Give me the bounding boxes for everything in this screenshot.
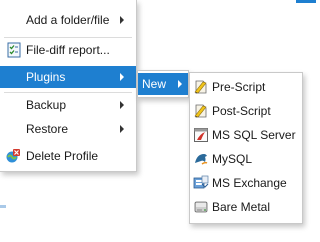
- submenu-arrow-icon: [178, 80, 182, 88]
- submenu-arrow-icon: [120, 101, 124, 109]
- context-menu: Add a folder/file File-diff report... Pl…: [0, 0, 137, 172]
- disk-icon: [193, 199, 209, 215]
- menu-item-label: Delete Profile: [26, 149, 99, 163]
- menu-item-label: Bare Metal: [212, 200, 271, 214]
- menu-item-post-script[interactable]: Post-Script: [190, 99, 302, 123]
- exchange-icon: [193, 175, 209, 191]
- script-icon: [193, 79, 209, 95]
- script-icon: [193, 103, 209, 119]
- submenu-arrow-icon: [120, 16, 124, 24]
- menu-item-restore[interactable]: Restore: [0, 118, 136, 140]
- menu-item-label: Add a folder/file: [26, 13, 110, 27]
- menu-item-delete-profile[interactable]: Delete Profile: [0, 144, 136, 168]
- background-accent-left: [0, 205, 6, 208]
- menu-item-label: MS SQL Server: [212, 128, 296, 142]
- sql-server-icon: [193, 127, 209, 143]
- plugins-submenu: New: [137, 70, 189, 98]
- submenu-arrow-icon: [120, 125, 124, 133]
- menu-item-label: Pre-Script: [212, 80, 266, 94]
- menu-item-label: File-diff report...: [26, 43, 110, 57]
- menu-item-ms-exchange[interactable]: MS Exchange: [190, 171, 302, 195]
- report-checklist-icon: [6, 42, 22, 58]
- new-submenu: Pre-Script Post-Script MS SQL Server MyS…: [189, 72, 303, 224]
- menu-item-plugins[interactable]: Plugins: [0, 66, 136, 88]
- background-accent-top: [296, 0, 316, 3]
- menu-item-new[interactable]: New: [138, 73, 188, 95]
- menu-item-label: Restore: [26, 122, 69, 136]
- menu-item-label: MySQL: [212, 152, 253, 166]
- menu-separator: [4, 92, 132, 93]
- submenu-arrow-icon: [120, 73, 124, 81]
- menu-item-mysql[interactable]: MySQL: [190, 147, 302, 171]
- mysql-icon: [193, 151, 209, 167]
- delete-profile-icon: [5, 148, 21, 164]
- menu-item-pre-script[interactable]: Pre-Script: [190, 75, 302, 99]
- menu-item-label: MS Exchange: [212, 176, 287, 190]
- menu-item-file-diff-report[interactable]: File-diff report...: [0, 38, 136, 62]
- menu-item-label: Backup: [26, 98, 67, 112]
- menu-item-ms-sql-server[interactable]: MS SQL Server: [190, 123, 302, 147]
- menu-item-bare-metal[interactable]: Bare Metal: [190, 195, 302, 219]
- menu-item-backup[interactable]: Backup: [0, 94, 136, 116]
- menu-item-label: New: [142, 77, 167, 91]
- menu-item-label: Plugins: [26, 70, 66, 84]
- menu-item-label: Post-Script: [212, 104, 271, 118]
- menu-item-add-folder-file[interactable]: Add a folder/file: [0, 8, 136, 32]
